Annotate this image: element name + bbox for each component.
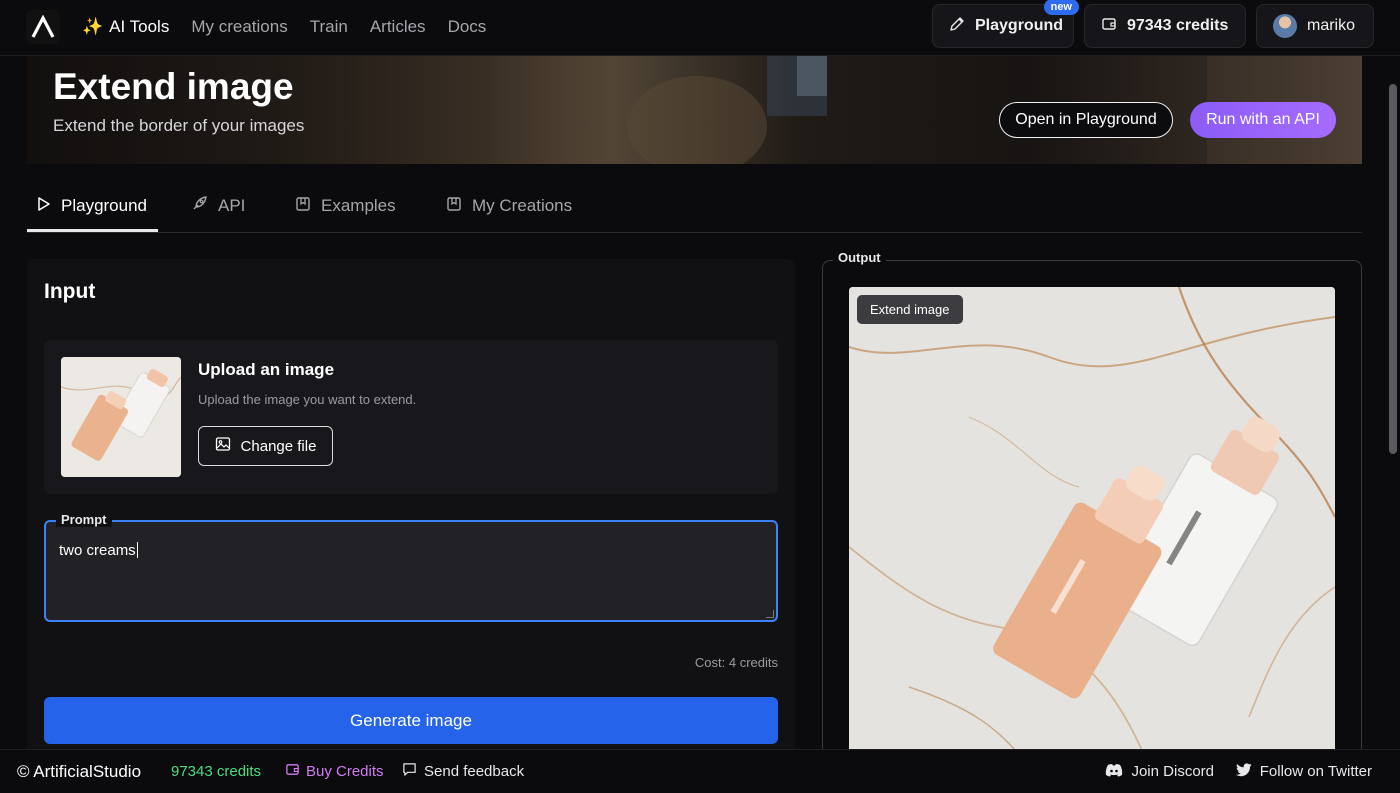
pencil-icon <box>949 16 965 37</box>
output-image[interactable]: Extend image <box>849 287 1335 767</box>
discord-icon <box>1105 763 1123 781</box>
artificialstudio-logo-icon[interactable] <box>26 10 60 44</box>
cost-label: Cost: 4 credits <box>694 655 778 670</box>
wallet-icon <box>1101 16 1117 37</box>
tab-examples[interactable]: Examples <box>295 180 396 232</box>
footer-brand: © ArtificialStudio <box>17 761 142 781</box>
tab-my-creations[interactable]: My Creations <box>446 180 572 232</box>
tab-label: Playground <box>61 196 148 215</box>
prompt-value: two creams <box>59 542 138 559</box>
sparkle-icon: ✨ <box>82 17 104 36</box>
upload-subtitle: Upload the image you want to extend. <box>198 392 417 407</box>
credits-button[interactable]: 97343 credits <box>1084 4 1246 48</box>
send-feedback-label: Send feedback <box>424 763 525 780</box>
playground-label: Playground <box>975 17 1064 34</box>
open-in-playground-button[interactable]: Open in Playground <box>999 102 1173 138</box>
tab-label: Examples <box>321 196 396 215</box>
join-discord-link[interactable]: Join Discord <box>1105 763 1214 781</box>
change-file-button[interactable]: Change file <box>198 426 333 466</box>
upload-box: Upload an image Upload the image you wan… <box>44 340 778 494</box>
active-tab-indicator <box>27 229 158 232</box>
output-label: Output <box>833 250 886 265</box>
bookmark-icon <box>295 196 311 217</box>
nav-link-articles[interactable]: Articles <box>370 17 426 37</box>
new-badge: new <box>1043 0 1079 15</box>
twitter-icon <box>1235 762 1252 781</box>
change-file-label: Change file <box>240 437 317 455</box>
prompt-text: two creams <box>59 542 136 559</box>
message-icon <box>402 762 417 781</box>
join-discord-label: Join Discord <box>1131 763 1214 780</box>
text-caret <box>136 542 138 558</box>
play-icon <box>37 196 51 217</box>
nav-right: Playground new 97343 credits mariko <box>932 0 1374 48</box>
upload-title: Upload an image <box>198 360 335 379</box>
output-tag: Extend image <box>857 295 963 324</box>
follow-twitter-link[interactable]: Follow on Twitter <box>1235 762 1372 781</box>
tab-api[interactable]: API <box>191 180 245 232</box>
wallet-icon <box>285 762 300 781</box>
credits-label: 97343 credits <box>1127 17 1229 34</box>
user-menu[interactable]: mariko <box>1256 4 1374 48</box>
nav-link-train[interactable]: Train <box>310 17 348 37</box>
generate-image-button[interactable]: Generate image <box>44 697 778 744</box>
buy-credits-link[interactable]: Buy Credits <box>285 762 384 781</box>
page-title: Extend image <box>53 66 294 107</box>
nav-link-label: AI Tools <box>109 17 170 36</box>
prompt-input[interactable]: Prompt two creams <box>44 512 778 622</box>
page-scrollbar[interactable] <box>1389 84 1397 454</box>
nav-link-my-creations[interactable]: My creations <box>191 17 287 37</box>
output-panel: Output Extend image <box>822 250 1362 767</box>
resize-handle-icon[interactable] <box>766 610 774 618</box>
avatar <box>1273 14 1297 38</box>
tab-label: My Creations <box>472 196 573 215</box>
buy-credits-label: Buy Credits <box>306 763 384 780</box>
playground-button[interactable]: Playground new <box>932 0 1079 48</box>
run-with-api-button[interactable]: Run with an API <box>1190 102 1336 138</box>
hero-banner: Extend image Extend the border of your i… <box>27 56 1362 164</box>
tab-label: API <box>218 196 246 215</box>
input-title: Input <box>44 280 96 303</box>
nav-link-ai-tools[interactable]: ✨ AI Tools <box>82 17 169 37</box>
tabs: Playground API Examples My Creations <box>27 180 1362 233</box>
footer: © ArtificialStudio 97343 credits Buy Cre… <box>0 749 1400 793</box>
input-panel: Input Upload an image Upload the image y… <box>27 259 795 759</box>
nav-link-docs[interactable]: Docs <box>448 17 487 37</box>
tab-playground[interactable]: Playground <box>37 180 147 232</box>
user-name: mariko <box>1307 17 1356 34</box>
nav-links: ✨ AI Tools My creations Train Articles Do… <box>82 0 486 54</box>
follow-twitter-label: Follow on Twitter <box>1259 763 1372 780</box>
footer-credits: 97343 credits <box>171 763 262 780</box>
output-image-content <box>849 287 1335 767</box>
uploaded-image-thumbnail <box>61 357 181 477</box>
prompt-label: Prompt <box>56 512 112 527</box>
bookmark-icon <box>446 196 462 217</box>
page-subtitle: Extend the border of your images <box>53 116 305 135</box>
top-nav: ✨ AI Tools My creations Train Articles Do… <box>0 0 1400 56</box>
send-feedback-link[interactable]: Send feedback <box>402 762 524 781</box>
rocket-icon <box>191 195 208 217</box>
image-icon <box>215 436 231 456</box>
